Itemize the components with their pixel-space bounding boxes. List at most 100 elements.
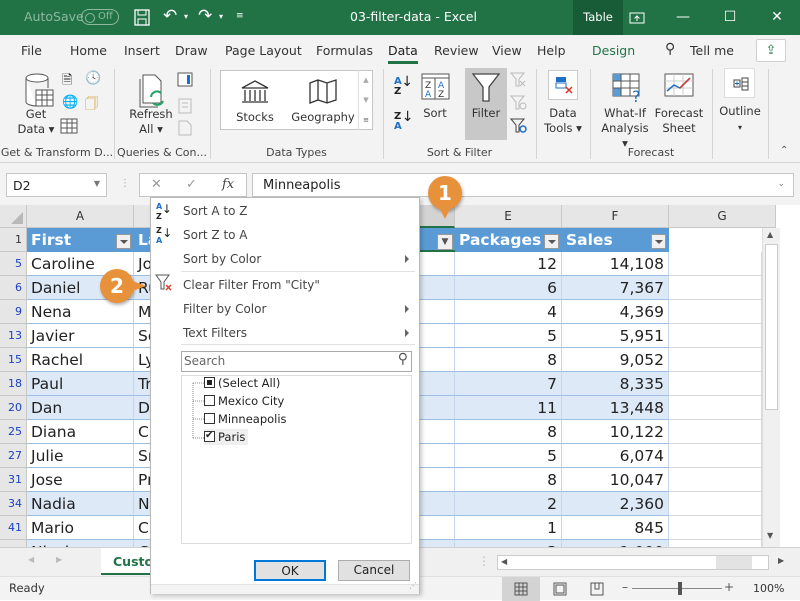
checkbox-unchecked[interactable] [204,413,215,424]
menu-sort-z-a[interactable]: Sort Z to A [183,228,248,242]
filter-dropdown-first[interactable] [116,234,131,249]
cell-city[interactable] [420,540,455,547]
cell-g[interactable] [669,348,762,372]
refresh-all-icon[interactable] [139,73,169,109]
undo-dropdown-icon[interactable]: ▾ [184,12,188,21]
from-table-icon[interactable] [60,118,78,134]
scroll-left-icon[interactable]: ◀ [501,557,507,566]
menu-text-filters[interactable]: Text Filters [183,326,247,340]
cell-sales[interactable]: 4,369 [562,300,669,324]
menu-sort-a-z[interactable]: Sort A to Z [183,204,248,218]
cell-sales[interactable]: 10,122 [562,420,669,444]
cell-packages[interactable]: 2 [455,492,562,516]
cell-city[interactable] [420,252,455,276]
cell-sales[interactable]: 5,951 [562,324,669,348]
get-data-button[interactable]: Get Data ▾ [16,107,56,137]
filter-item-paris[interactable]: ✔ Paris [204,429,249,445]
cell-city[interactable] [420,396,455,420]
row-header[interactable]: 6 [0,276,27,300]
tab-home[interactable]: Home [70,43,107,58]
prev-sheet-icon[interactable]: ◀ [28,555,34,564]
cell-g[interactable] [669,276,762,300]
maximize-button[interactable]: ☐ [707,0,753,35]
data-tools-button[interactable] [548,70,578,100]
row-header[interactable]: 5 [0,252,27,276]
redo-dropdown-icon[interactable]: ▾ [219,12,223,21]
row-header[interactable]: 41 [0,516,27,540]
zoom-level[interactable]: 100% [753,582,784,595]
cell-sales[interactable]: 6,074 [562,444,669,468]
select-all-corner[interactable] [0,205,27,228]
tab-file[interactable]: File [21,43,42,58]
search-icon[interactable]: ⚲ [665,41,675,57]
cell-sales[interactable]: 10,047 [562,468,669,492]
formula-input[interactable]: Minneapolis ⌄ [252,173,794,197]
queries-connections-icon[interactable] [177,72,193,87]
cancel-entry-icon[interactable]: ✕ [151,177,162,192]
row-header-1[interactable]: 1 [0,228,27,252]
next-sheet-icon[interactable]: ▶ [56,555,62,564]
checkbox-unchecked[interactable] [204,395,215,406]
scroll-up-icon[interactable]: ▲ [767,230,773,239]
cell-g[interactable] [669,492,762,516]
cell-packages[interactable]: 11 [455,396,562,420]
tab-draw[interactable]: Draw [175,43,208,58]
row-header[interactable]: 34 [0,492,27,516]
cell-packages[interactable]: 3 [455,540,562,547]
cell-city[interactable] [420,420,455,444]
geography-icon[interactable] [308,79,338,105]
cell-first[interactable]: Julie [27,444,134,468]
filter-dropdown-city[interactable]: ▼ [437,234,453,250]
cell-packages[interactable]: 6 [455,276,562,300]
cell-sales[interactable]: 8,335 [562,372,669,396]
filter-search-input[interactable]: Search ⚲ [181,351,412,372]
cell-packages[interactable]: 8 [455,420,562,444]
undo-icon[interactable]: ↶ [163,6,177,26]
page-layout-view-icon[interactable] [553,582,567,596]
filter-button[interactable]: Filter [465,68,507,140]
tab-review[interactable]: Review [434,43,479,58]
sort-a-z-button[interactable]: A Z↓ [394,75,413,97]
ok-button[interactable]: OK [254,560,326,581]
cell-g[interactable] [669,252,762,276]
tab-view[interactable]: View [492,43,522,58]
minimize-button[interactable]: — [660,0,706,35]
save-icon[interactable] [134,9,150,26]
zoom-slider-thumb[interactable] [678,582,682,595]
cell-g[interactable] [669,300,762,324]
cell-sales[interactable]: 2,360 [562,492,669,516]
cell-packages[interactable]: 8 [455,348,562,372]
column-header-f[interactable]: F [562,205,669,228]
cell-first[interactable]: Javier [27,324,134,348]
cell-sales[interactable]: 845 [562,516,669,540]
cell-first[interactable]: Rachel [27,348,134,372]
horizontal-scrollbar[interactable]: ◀ [497,555,769,570]
forecast-sheet-icon[interactable] [664,73,694,101]
cell-first[interactable]: Jose [27,468,134,492]
scroll-right-icon[interactable]: ▶ [778,556,784,565]
filter-item-mexico-city[interactable]: Mexico City [204,393,284,409]
sort-z-a-button[interactable]: Z A↓ [394,110,413,132]
filter-item-select-all[interactable]: (Select All) [204,375,280,391]
tab-design[interactable]: Design [592,43,635,58]
tab-insert[interactable]: Insert [124,43,160,58]
cell-packages[interactable]: 12 [455,252,562,276]
cell-first[interactable]: Nena [27,300,134,324]
tab-page-layout[interactable]: Page Layout [225,43,302,58]
row-header[interactable]: 13 [0,324,27,348]
cell-g[interactable] [669,540,762,547]
ribbon-display-icon[interactable] [629,12,645,24]
cell-first[interactable]: Dan [27,396,134,420]
cancel-button[interactable]: Cancel [338,560,410,581]
cell-sales[interactable]: 14,108 [562,252,669,276]
tab-formulas[interactable]: Formulas [316,43,373,58]
cell-packages[interactable]: 5 [455,444,562,468]
cell-g[interactable] [669,516,762,540]
redo-icon[interactable]: ↷ [198,6,212,26]
geography-button[interactable]: Geography [290,110,356,125]
vertical-scroll-thumb[interactable] [765,244,778,410]
existing-connections-icon[interactable]: 🗍 [85,95,98,117]
cell-g[interactable] [669,420,762,444]
stocks-button[interactable]: Stocks [230,110,280,125]
horizontal-scroll-track[interactable] [716,556,752,569]
